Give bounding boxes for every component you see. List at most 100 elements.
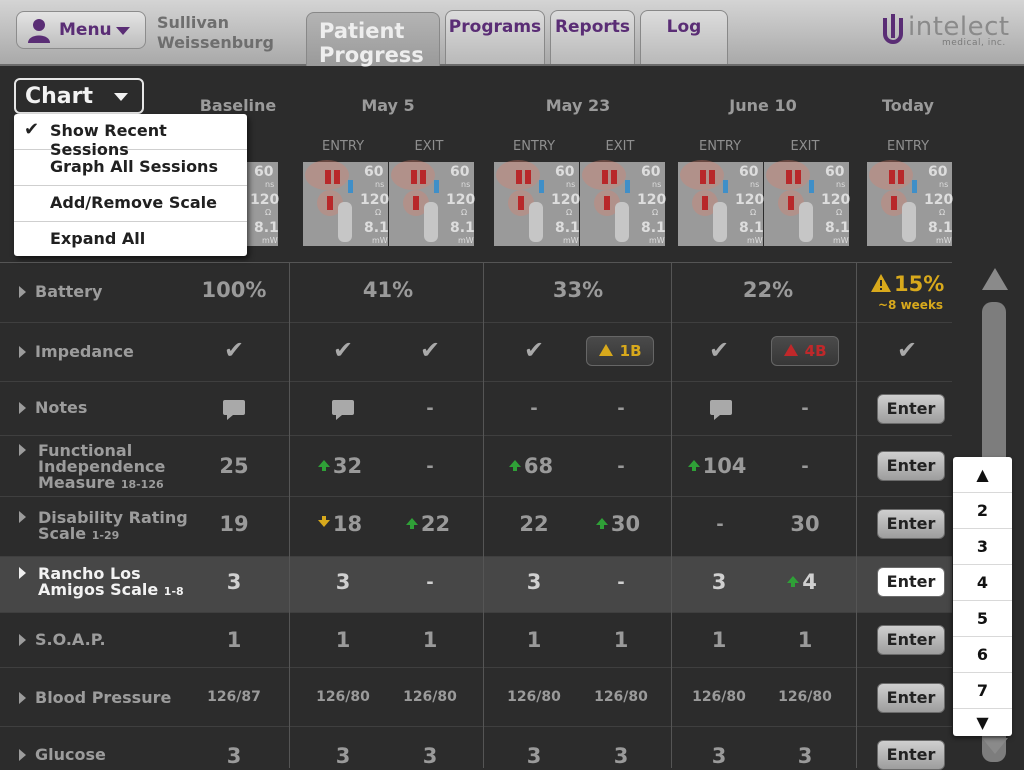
tab-reports[interactable]: Reports bbox=[550, 10, 635, 64]
reading-value: 120 bbox=[360, 192, 390, 208]
enter-button[interactable]: Enter bbox=[877, 509, 945, 539]
picker-option[interactable]: 3 bbox=[953, 529, 1012, 565]
tab-log[interactable]: Log bbox=[640, 10, 728, 64]
row-separator bbox=[0, 612, 952, 613]
battery-may5: 41% bbox=[362, 278, 414, 302]
bp-may23-exit: 126/80 bbox=[594, 689, 648, 705]
impedance-alert-badge[interactable]: 4B bbox=[771, 336, 839, 366]
level-indicator bbox=[611, 170, 617, 184]
level-indicator bbox=[702, 196, 708, 210]
impedance-warning-badge[interactable]: 1B bbox=[586, 336, 654, 366]
device-reading-thumbnail[interactable]: 60 ns 120 Ω 8.1 mW bbox=[303, 160, 390, 246]
picker-option[interactable]: 6 bbox=[953, 637, 1012, 673]
row-label: S.O.A.P. bbox=[35, 630, 106, 649]
tab-patient-progress[interactable]: Patient Progress bbox=[306, 12, 440, 67]
reading-value: 8.1 bbox=[254, 220, 279, 236]
drs-may23-exit: 30 bbox=[583, 512, 653, 536]
fim-june10-entry: 104 bbox=[682, 454, 752, 478]
column-june10: June 10 bbox=[729, 96, 797, 115]
tab-label-line1: Patient bbox=[319, 19, 405, 43]
arrow-up-icon bbox=[317, 460, 330, 471]
enter-button[interactable]: Enter bbox=[877, 740, 945, 770]
row-separator bbox=[0, 556, 952, 557]
row-separator bbox=[0, 726, 952, 727]
level-indicator bbox=[325, 170, 331, 184]
column-divider bbox=[856, 262, 857, 768]
subhead-entry: ENTRY bbox=[698, 139, 742, 154]
device-reading-thumbnail[interactable]: 60 ns 120 Ω 8.1 mW bbox=[678, 160, 764, 246]
menu-item-add-remove-scale[interactable]: Add/Remove Scale bbox=[14, 186, 247, 222]
device-reading-thumbnail[interactable]: 60 ns 120 Ω 8.1 mW bbox=[764, 160, 850, 246]
reading-value: 120 bbox=[446, 192, 476, 208]
device-reading-thumbnail[interactable]: 60 ns 120 Ω 8.1 mW bbox=[389, 160, 476, 246]
fim-may5-exit: - bbox=[426, 456, 434, 477]
level-bar bbox=[338, 202, 352, 242]
enter-button[interactable]: Enter bbox=[877, 451, 945, 481]
reading-unit: Ω bbox=[461, 208, 468, 217]
arrow-up-icon bbox=[787, 576, 800, 587]
level-indicator bbox=[795, 170, 801, 184]
logo-icon bbox=[883, 14, 903, 44]
subhead-exit: EXIT bbox=[790, 139, 820, 154]
device-reading-thumbnail[interactable]: 60 ns 120 Ω 8.1 mW bbox=[867, 160, 953, 246]
device-reading-thumbnail[interactable]: 60 ns 120 Ω 8.1 mW bbox=[494, 160, 581, 246]
soap-may23-entry: 1 bbox=[526, 628, 542, 652]
rancho-may5-entry: 3 bbox=[335, 570, 351, 594]
expand-arrow-icon bbox=[19, 692, 26, 704]
scroll-up-arrow-icon[interactable] bbox=[982, 268, 1008, 290]
intelect-logo: intelect medical, inc. bbox=[882, 12, 1012, 52]
arrow-down-icon bbox=[317, 516, 330, 527]
scroll-down-arrow-icon[interactable] bbox=[982, 738, 1008, 754]
row-separator bbox=[0, 496, 952, 497]
reading-value: 8.1 bbox=[555, 220, 580, 236]
expand-arrow-icon bbox=[19, 567, 26, 579]
note-icon[interactable] bbox=[223, 400, 245, 420]
picker-option[interactable]: 7 bbox=[953, 673, 1012, 709]
enter-button[interactable]: Enter bbox=[877, 683, 945, 713]
menu-item-show-recent-sessions[interactable]: ✔ Show Recent Sessions bbox=[14, 114, 247, 159]
device-reading-thumbnail[interactable]: 60 ns 120 Ω 8.1 mW bbox=[580, 160, 667, 246]
rancho-may23-exit: - bbox=[617, 572, 625, 593]
rancho-baseline: 3 bbox=[226, 570, 242, 594]
battery-baseline: 100% bbox=[201, 278, 267, 302]
row-label: Impedance bbox=[35, 342, 134, 361]
level-marker bbox=[625, 180, 630, 193]
badge-label: 4B bbox=[804, 342, 827, 360]
battery-today: 15% bbox=[894, 272, 945, 296]
enter-button[interactable]: Enter bbox=[877, 625, 945, 655]
reading-value: 120 bbox=[637, 192, 667, 208]
arrow-up-icon bbox=[687, 460, 700, 471]
soap-may23-exit: 1 bbox=[613, 628, 629, 652]
reading-value: 120 bbox=[551, 192, 581, 208]
battery-may23: 33% bbox=[552, 278, 604, 302]
reading-value: 60 bbox=[825, 164, 845, 180]
row-label: Functional Independence Measure 18-126 bbox=[38, 443, 165, 493]
reading-value: 60 bbox=[739, 164, 759, 180]
tab-programs[interactable]: Programs bbox=[445, 10, 545, 64]
menu-item-expand-all[interactable]: Expand All bbox=[14, 222, 247, 258]
drs-may5-entry-value: 18 bbox=[332, 512, 363, 536]
picker-down-button[interactable]: ▼ bbox=[953, 709, 1012, 736]
level-marker bbox=[434, 180, 439, 193]
reading-unit: mW bbox=[458, 236, 474, 245]
menu-button[interactable]: Menu bbox=[16, 11, 146, 49]
menu-item-graph-all-sessions[interactable]: Graph All Sessions bbox=[14, 150, 247, 186]
level-indicator bbox=[334, 170, 340, 184]
row-label: Disability Rating Scale 1-29 bbox=[38, 510, 188, 544]
notes-june10-exit: - bbox=[801, 398, 809, 419]
picker-option[interactable]: 4 bbox=[953, 565, 1012, 601]
fim-baseline: 25 bbox=[219, 454, 249, 478]
note-icon[interactable] bbox=[710, 400, 732, 420]
level-bar bbox=[424, 202, 438, 242]
picker-option[interactable]: 2 bbox=[953, 493, 1012, 529]
picker-option[interactable]: 5 bbox=[953, 601, 1012, 637]
glucose-may23-entry: 3 bbox=[526, 744, 542, 768]
reading-value: 8.1 bbox=[825, 220, 850, 236]
check-icon: ✔ bbox=[896, 336, 918, 364]
chart-selector[interactable]: Chart bbox=[14, 78, 144, 114]
enter-button[interactable]: Enter bbox=[877, 394, 945, 424]
enter-button[interactable]: Enter bbox=[877, 567, 945, 597]
picker-up-button[interactable]: ▲ bbox=[953, 457, 1012, 493]
note-icon[interactable] bbox=[332, 400, 354, 420]
top-bar: Menu Sullivan Weissenburg Patient Progre… bbox=[0, 0, 1024, 67]
